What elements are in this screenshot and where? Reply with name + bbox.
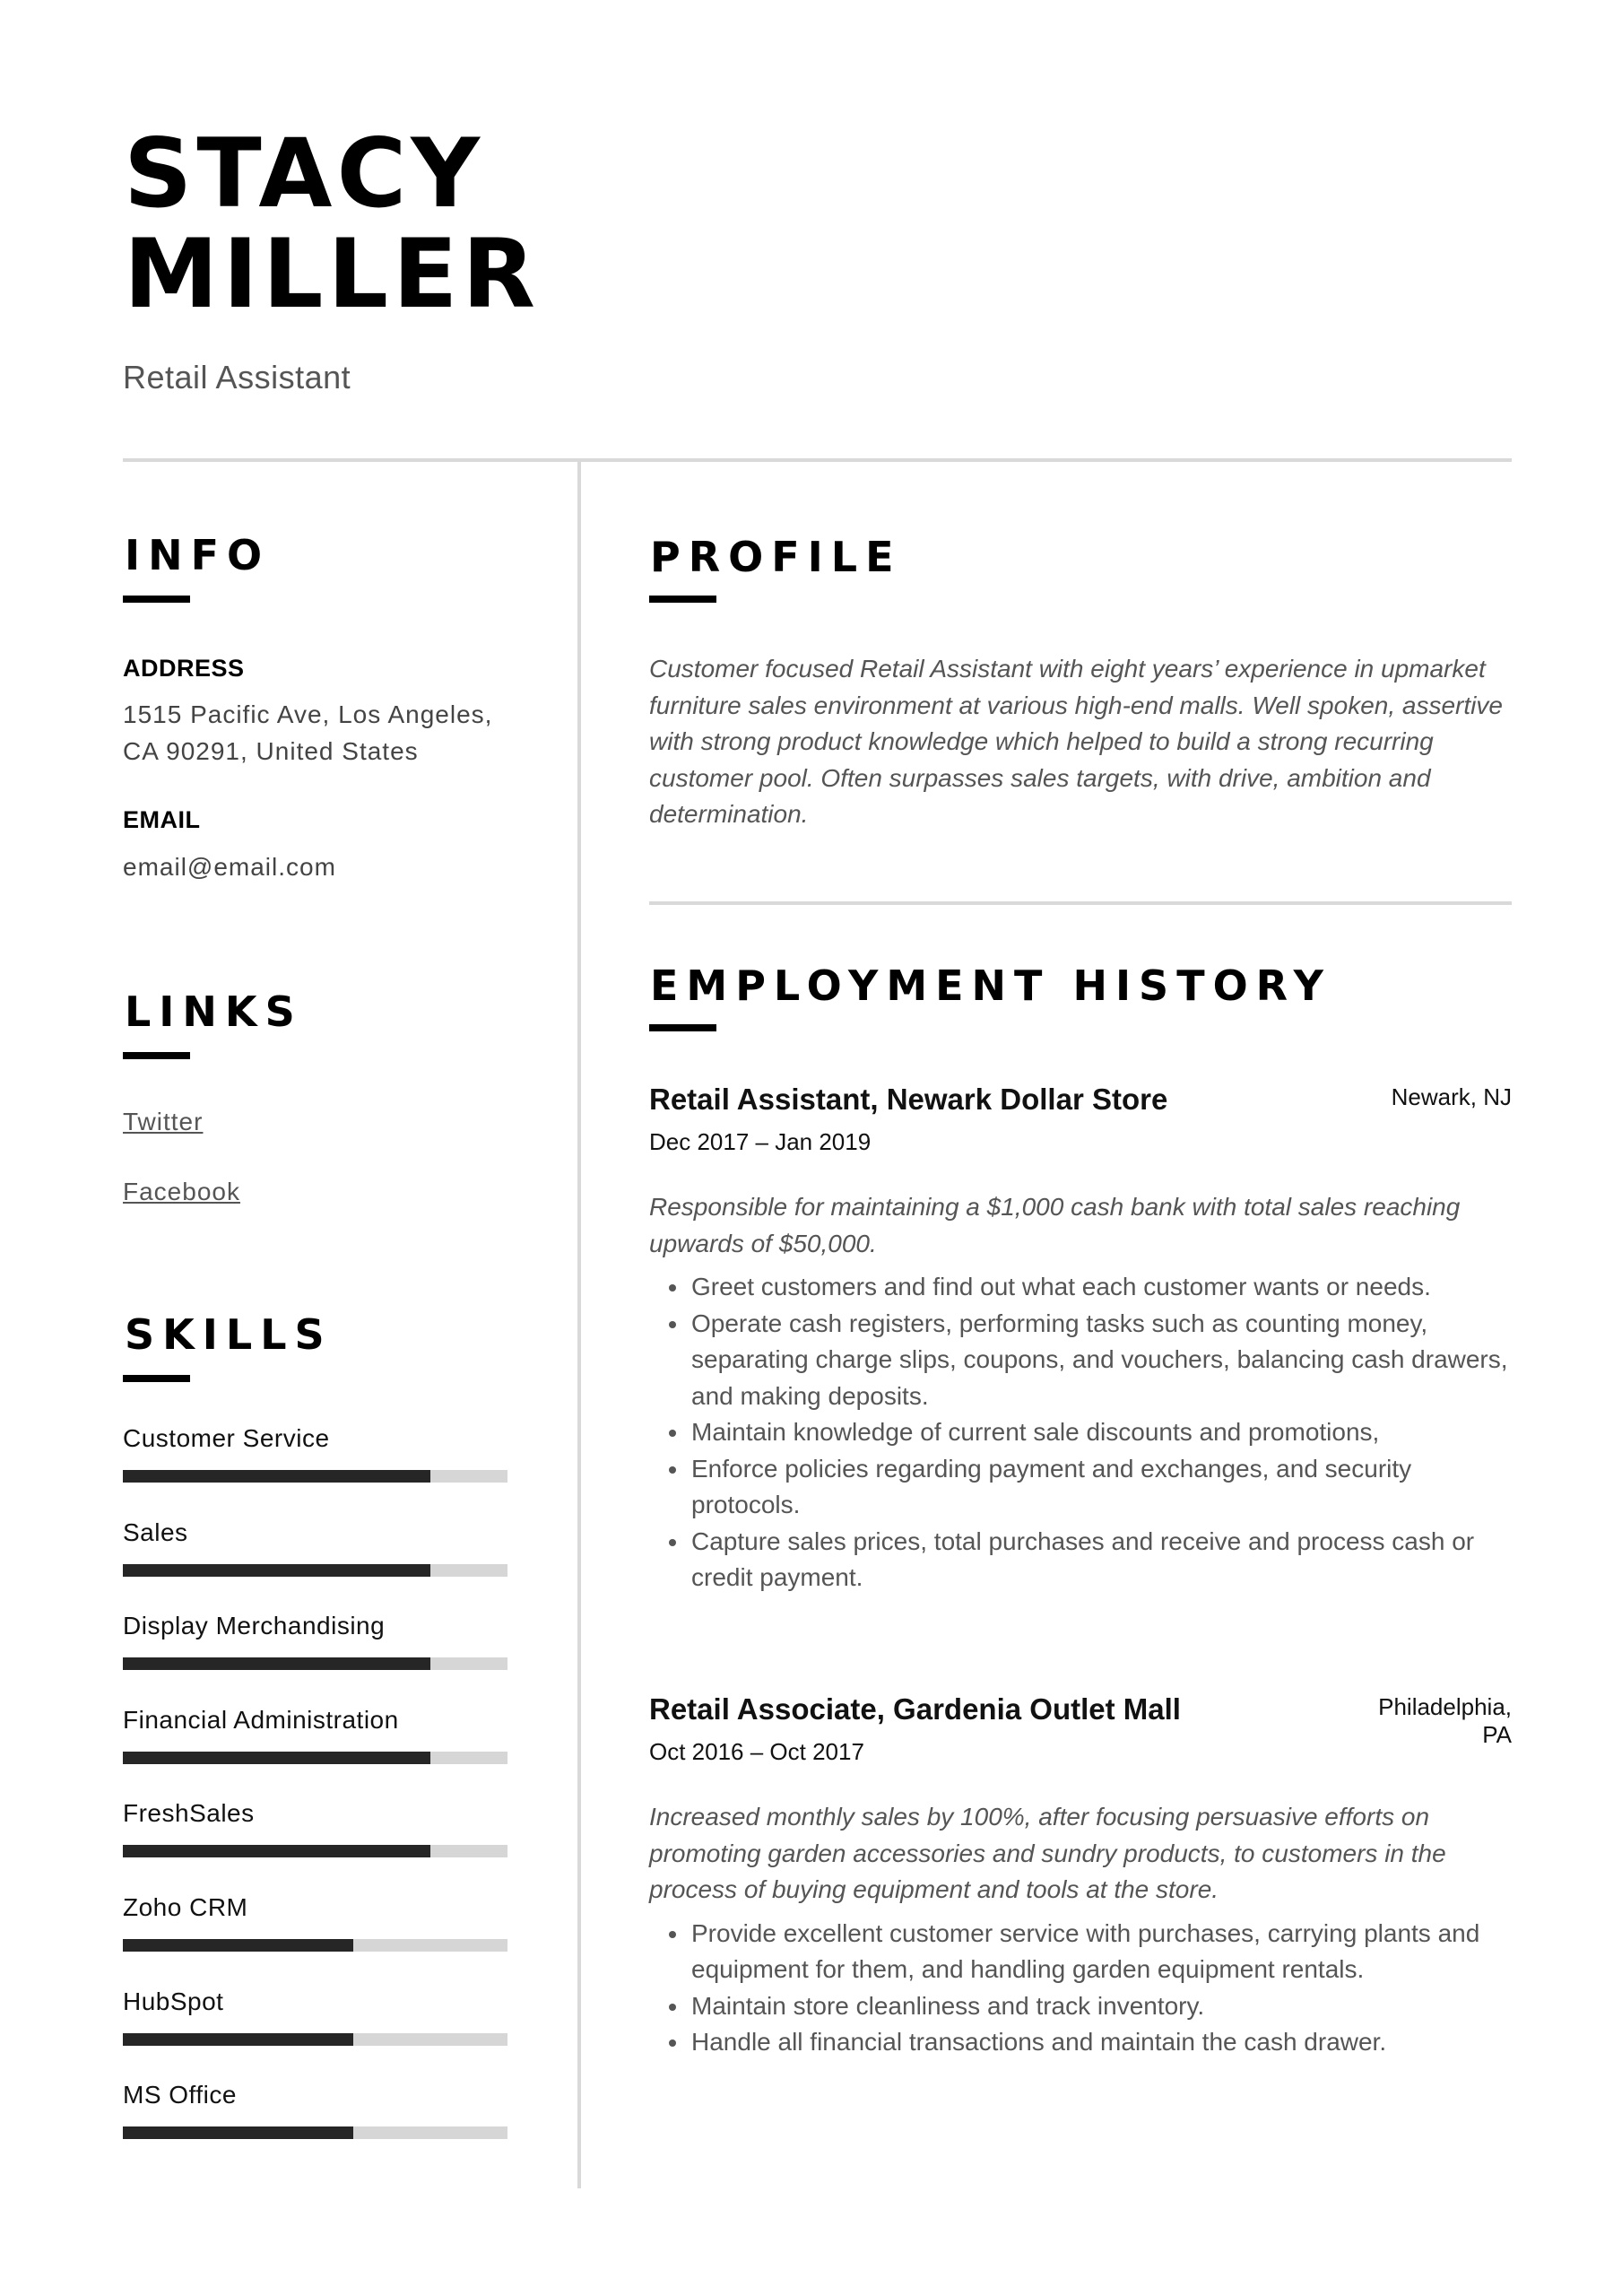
job-bullets: Provide excellent customer service with … <box>649 1916 1512 2061</box>
skill-item: Sales <box>123 1518 507 1577</box>
last-name: MILLER <box>124 219 541 329</box>
address-label: ADDRESS <box>123 655 245 682</box>
address-line-1: 1515 Pacific Ave, Los Angeles, <box>123 700 493 728</box>
skill-level-bar <box>123 1751 507 1764</box>
job-bullet: Maintain store cleanliness and track inv… <box>690 1988 1512 2025</box>
job-bullet: Provide excellent customer service with … <box>690 1916 1512 1988</box>
job-header: Retail Associate, Gardenia Outlet Mall P… <box>649 1690 1512 1748</box>
profile-divider <box>649 901 1512 905</box>
skill-level-fill <box>123 1563 431 1577</box>
job-dates: Dec 2017 – Jan 2019 <box>649 1128 872 1155</box>
skill-name: Financial Administration <box>123 1705 399 1734</box>
job-location-line-2: PA <box>1482 1721 1512 1748</box>
skill-item: Display Merchandising <box>123 1611 507 1671</box>
profile-heading: PROFILE <box>650 533 902 581</box>
info-heading: INFO <box>125 531 271 579</box>
email-label: EMAIL <box>123 806 201 833</box>
skill-level-fill <box>123 1470 431 1483</box>
skill-level-fill <box>123 2126 354 2140</box>
job-bullets: Greet customers and find out what each c… <box>649 1269 1512 1596</box>
address-value: 1515 Pacific Ave, Los Angeles, CA 90291,… <box>123 696 492 770</box>
job-title: Retail Associate, Gardenia Outlet Mall <box>649 1692 1181 1726</box>
job-location-line-1: Philadelphia, <box>1378 1693 1512 1720</box>
skill-item: Financial Administration <box>123 1705 507 1764</box>
job-bullet: Capture sales prices, total purchases an… <box>690 1524 1512 1596</box>
skill-item: Zoho CRM <box>123 1892 507 1952</box>
skill-level-bar <box>123 1657 507 1671</box>
skills-heading-bar <box>123 1375 190 1382</box>
employment-heading-bar <box>649 1024 716 1031</box>
skill-level-bar <box>123 2032 507 2046</box>
job-entry: Retail Assistant, Newark Dollar Store Ne… <box>649 1080 1512 1596</box>
skill-item: HubSpot <box>123 1987 507 2046</box>
skills-heading: SKILLS <box>125 1310 333 1359</box>
job-header: Retail Assistant, Newark Dollar Store Ne… <box>649 1080 1512 1119</box>
job-location: Newark, NJ <box>1392 1083 1512 1111</box>
info-heading-bar <box>123 596 190 603</box>
employment-heading: EMPLOYMENT HISTORY <box>650 961 1331 1010</box>
job-summary: Increased monthly sales by 100%, after f… <box>649 1803 1446 1903</box>
job-location-line-1: Newark, NJ <box>1391 1083 1512 1110</box>
job-entry: Retail Associate, Gardenia Outlet Mall P… <box>649 1690 1512 2061</box>
skill-level-fill <box>123 1845 431 1858</box>
skill-level-fill <box>123 1939 354 1952</box>
skill-level-bar <box>123 1563 507 1577</box>
links-heading: LINKS <box>125 987 303 1036</box>
facebook-link[interactable]: Facebook <box>123 1178 240 1206</box>
first-name: STACY <box>124 118 485 229</box>
job-title: Retail Assistant <box>123 359 351 396</box>
skill-item: FreshSales <box>123 1798 507 1858</box>
job-summary: Responsible for maintaining a $1,000 cas… <box>649 1193 1461 1257</box>
job-bullet: Operate cash registers, performing tasks… <box>690 1306 1512 1415</box>
job-bullet: Greet customers and find out what each c… <box>690 1269 1512 1306</box>
skill-level-bar <box>123 1845 507 1858</box>
skill-name: Zoho CRM <box>123 1893 248 1921</box>
job-bullet: Maintain knowledge of current sale disco… <box>690 1414 1512 1451</box>
job-title: Retail Assistant, Newark Dollar Store <box>649 1083 1168 1116</box>
email-value: email@email.com <box>123 853 336 881</box>
skill-name: FreshSales <box>123 1799 255 1828</box>
job-bullet: Handle all financial transactions and ma… <box>690 2024 1512 2061</box>
profile-heading-bar <box>649 596 716 603</box>
skill-level-bar <box>123 1470 507 1483</box>
skill-name: MS Office <box>123 2081 237 2109</box>
address-line-2: CA 90291, United States <box>123 737 419 765</box>
skill-level-bar <box>123 1939 507 1952</box>
job-location: Philadelphia, PA <box>1378 1693 1512 1749</box>
skill-name: Customer Service <box>123 1424 330 1452</box>
skill-name: Display Merchandising <box>123 1612 386 1640</box>
candidate-name: STACY MILLER <box>124 124 540 325</box>
header-divider <box>123 458 1512 462</box>
job-bullet: Enforce policies regarding payment and e… <box>690 1451 1512 1524</box>
skill-name: Sales <box>123 1518 188 1546</box>
skill-level-fill <box>123 1751 431 1764</box>
links-heading-bar <box>123 1052 190 1059</box>
skill-item: Customer Service <box>123 1423 507 1483</box>
profile-summary: Customer focused Retail Assistant with e… <box>649 655 1503 828</box>
column-divider <box>577 460 581 2188</box>
twitter-link[interactable]: Twitter <box>123 1108 203 1136</box>
skill-level-bar <box>123 2126 507 2140</box>
skill-level-fill <box>123 1657 431 1671</box>
skill-name: HubSpot <box>123 1987 224 2015</box>
skill-level-fill <box>123 2032 354 2046</box>
skill-item: MS Office <box>123 2080 507 2140</box>
